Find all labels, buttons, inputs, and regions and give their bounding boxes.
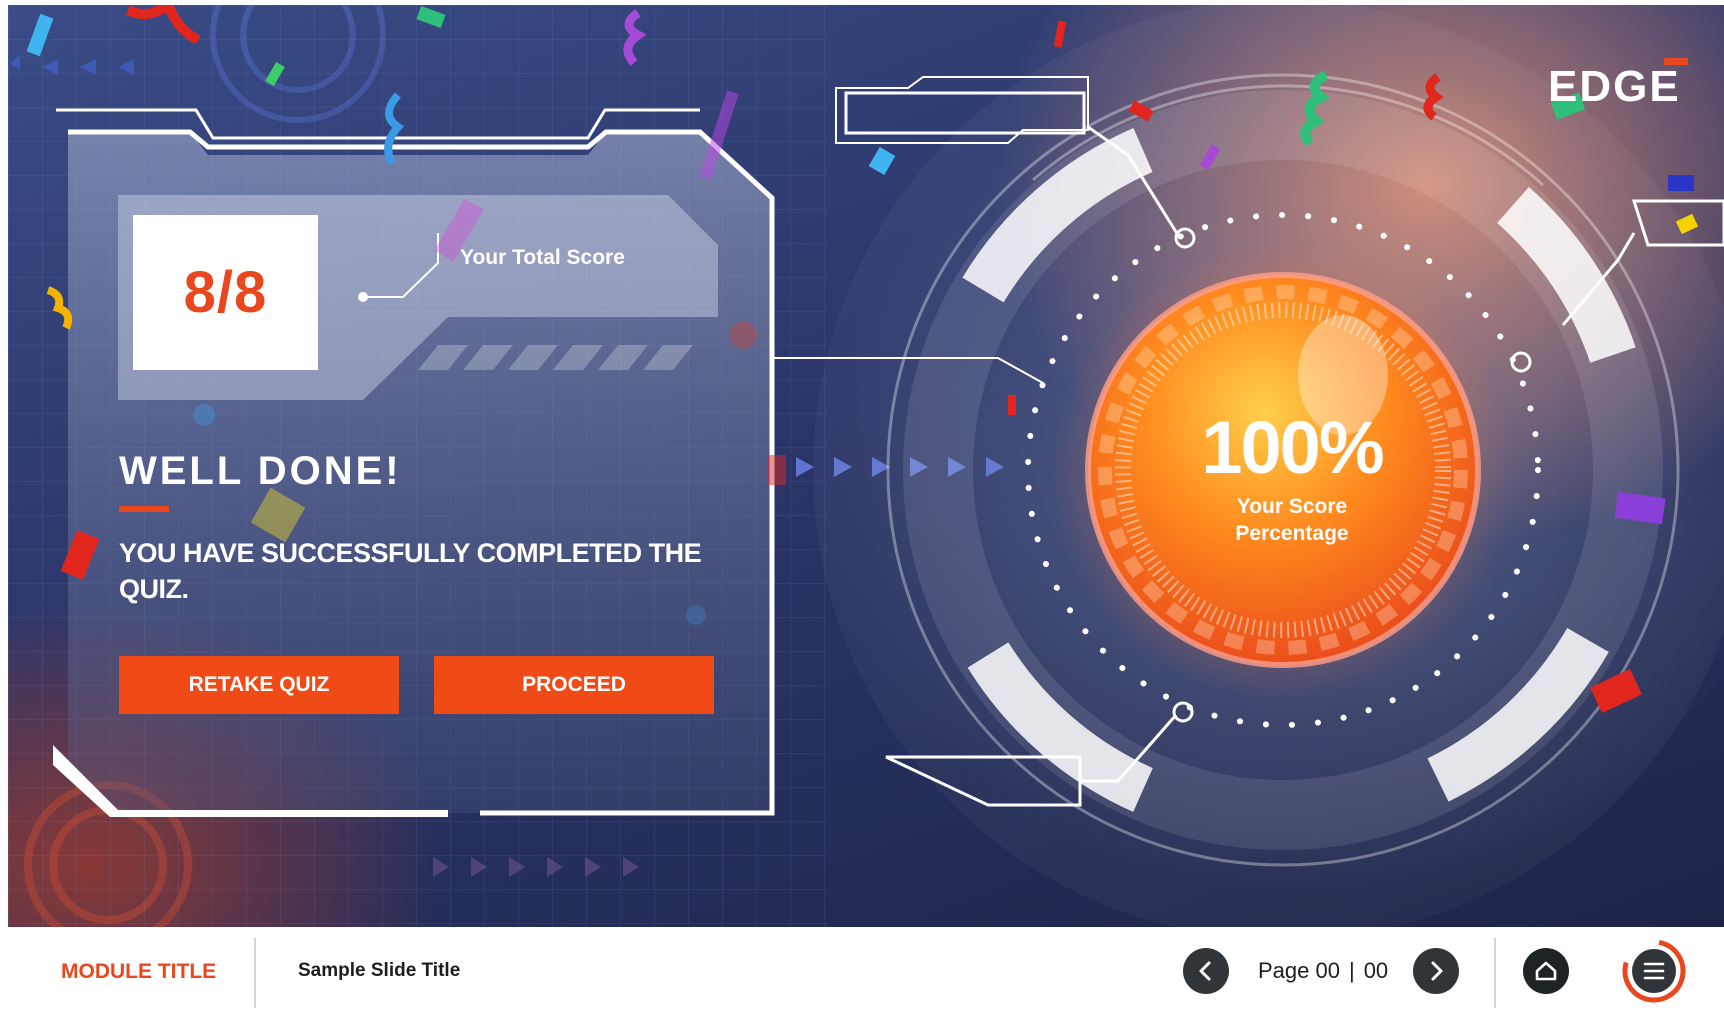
score-card: 8/8 <box>133 215 318 370</box>
score-percentage-label-line1: Your Score <box>1236 495 1348 518</box>
menu-button[interactable] <box>1621 938 1687 1004</box>
footer-divider <box>254 938 256 1008</box>
chevron-left-icon <box>1199 961 1211 981</box>
next-page-button[interactable] <box>1413 948 1459 994</box>
page-total: 00 <box>1363 958 1389 983</box>
footer-bar <box>8 927 1724 1016</box>
chevron-right-icon <box>1431 961 1443 981</box>
total-score-label: Your Total Score <box>460 246 625 269</box>
score-percentage-value: 100% <box>1201 406 1384 489</box>
home-icon <box>1535 961 1557 981</box>
retake-quiz-button[interactable]: RETAKE QUIZ <box>119 656 399 714</box>
total-score-value: 8/8 <box>183 260 268 325</box>
previous-page-button[interactable] <box>1183 948 1229 994</box>
result-heading: WELL DONE! <box>119 449 402 493</box>
arrows-left-icon <box>10 55 134 75</box>
page-separator: | <box>1348 958 1355 983</box>
background-rings-icon <box>210 5 386 123</box>
module-title: MODULE TITLE <box>61 960 217 983</box>
home-button[interactable] <box>1523 948 1569 994</box>
heading-underline <box>119 506 169 512</box>
footer-divider-right <box>1494 938 1496 1008</box>
score-percentage-label-line2: Percentage <box>1235 522 1349 545</box>
hamburger-menu-icon <box>1622 939 1686 1003</box>
proceed-button[interactable]: PROCEED <box>434 656 714 714</box>
edge-logo: EDGE <box>1548 62 1681 111</box>
slide-title: Sample Slide Title <box>298 960 461 981</box>
page-current: Page 00 <box>1258 958 1340 983</box>
score-percentage-label: Your Score Percentage <box>1192 493 1392 547</box>
page-indicator: Page 00 | 00 <box>1258 958 1388 984</box>
result-message: YOU HAVE SUCCESSFULLY COMPLETED THE QUIZ… <box>119 538 702 604</box>
